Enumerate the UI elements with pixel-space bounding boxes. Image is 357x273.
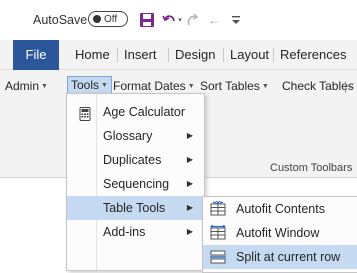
tab-insert[interactable]: Insert [124,40,157,69]
menu-item-label: Autofit Contents [236,202,325,216]
menu-item-glossary[interactable]: Glossary ▶ [67,124,204,148]
menu-item-age-calculator[interactable]: Age Calculator [67,100,204,124]
tab-home[interactable]: Home [75,40,110,69]
chevron-down-icon: ▼ [261,83,269,90]
menu-item-split-at-current-row[interactable]: Split at current row [203,245,357,269]
chevron-right-icon: ▶ [186,227,193,236]
menu-item-duplicates[interactable]: Duplicates ▶ [67,148,204,172]
menu-item-label: Table Tools [103,201,166,215]
autofit-window-icon [210,224,226,241]
admin-menu-button[interactable]: Admin ▼ [5,78,48,94]
chevron-right-icon: ▶ [186,179,193,188]
autosave-label: AutoSave [33,13,88,27]
sort-tables-label: Sort Tables [200,79,260,93]
menu-item-sequencing[interactable]: Sequencing ▶ [67,172,204,196]
chevron-down-icon: ▼ [41,83,48,90]
chevron-right-icon: ▶ [186,155,193,164]
customize-quick-access-icon[interactable] [227,11,245,29]
title-bar: AutoSave Off ▾ ← ( [0,0,357,40]
tools-menu-button[interactable]: Tools ▼ [67,76,112,94]
admin-label: Admin [5,79,40,93]
table-tools-submenu: Autofit Contents Autofit Window Split at… [202,196,357,273]
menu-item-add-ins[interactable]: Add-ins ▶ [67,220,204,244]
tools-label: Tools [71,78,100,92]
tab-separator [168,48,169,62]
autosave-toggle-state: Off [104,13,118,25]
chevron-down-icon: ▼ [101,82,108,89]
undo-dropdown-icon[interactable]: ▾ [176,11,184,29]
sort-tables-menu-button[interactable]: Sort Tables ▼ [200,78,269,94]
autofit-contents-icon [210,200,226,217]
menu-item-label: Add-ins [103,225,146,239]
back-arrow-icon[interactable]: ← [205,11,223,29]
menu-item-label: Glossary [103,129,153,143]
calculator-icon [78,105,92,121]
tab-file[interactable]: File [13,40,59,70]
toggle-knob [93,15,101,23]
menu-item-label: Sequencing [103,177,170,191]
redo-icon[interactable] [184,11,202,29]
chevron-right-icon: ▶ [186,203,193,212]
group-label: Custom Toolbars [270,162,353,174]
menu-item-label: Split at current row [236,250,341,264]
tab-layout[interactable]: Layout [230,40,269,69]
tab-separator [273,48,274,62]
menu-item-label: Autofit Window [236,226,320,240]
ribbon-tabs: File Home Insert Design Layout Reference… [0,40,357,70]
tab-separator [117,48,118,62]
chevron-down-icon: ▼ [187,83,195,90]
tools-dropdown-menu: Age Calculator Glossary ▶ Duplicates ▶ S… [66,93,205,271]
tab-separator [223,48,224,62]
chevron-right-icon: ▶ [186,131,193,140]
format-dates-label: Format Dates [113,79,186,93]
menu-item-label: Age Calculator [103,105,185,119]
scroll-left-icon[interactable]: |< [344,78,354,94]
autosave-toggle[interactable]: Off [88,11,128,27]
menu-item-autofit-contents[interactable]: Autofit Contents [203,197,357,221]
menu-item-table-tools[interactable]: Table Tools ▶ [67,196,204,220]
menu-item-autofit-window[interactable]: Autofit Window [203,221,357,245]
tab-references[interactable]: References [280,40,346,69]
save-icon[interactable] [138,11,156,29]
menu-item-label: Duplicates [103,153,162,167]
title-overflow-icon: ( [350,11,357,29]
format-dates-menu-button[interactable]: Format Dates ▼ [113,78,195,94]
tab-design[interactable]: Design [175,40,215,69]
split-table-icon [210,249,226,265]
